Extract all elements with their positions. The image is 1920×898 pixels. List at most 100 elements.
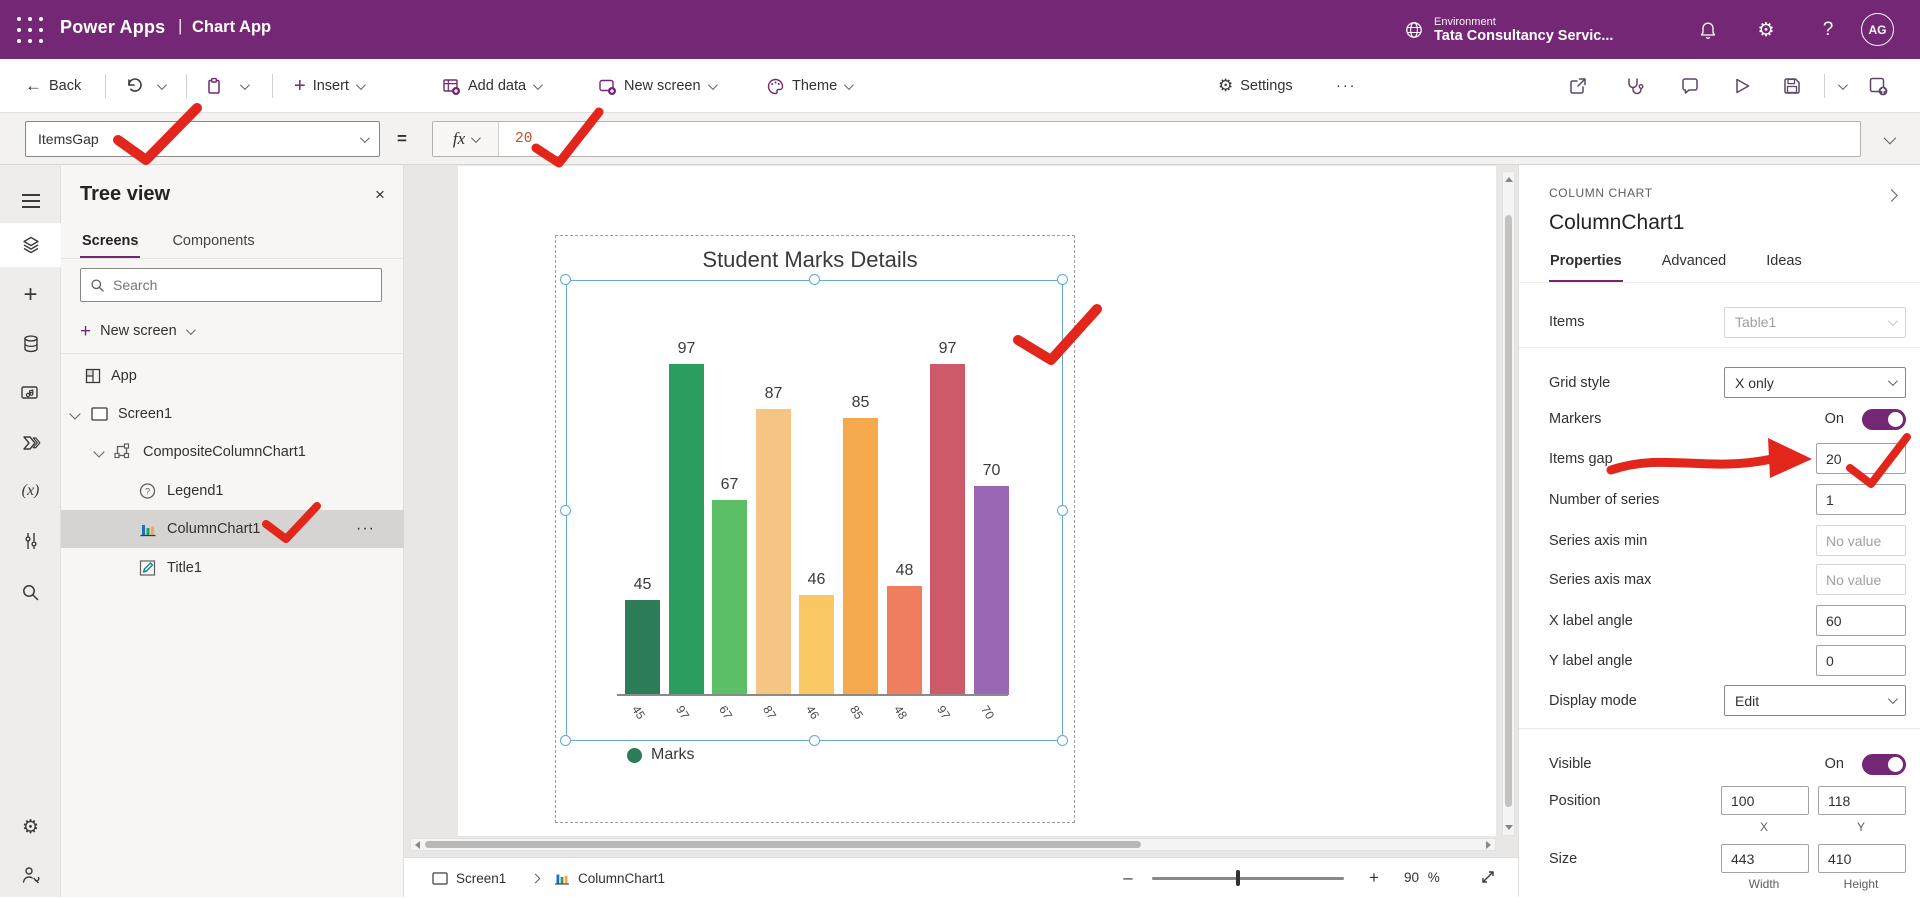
- zoom-slider-thumb[interactable]: [1236, 870, 1240, 886]
- resize-handle-middle-left[interactable]: [560, 505, 571, 516]
- rail-item-media[interactable]: [0, 372, 61, 416]
- tab-advanced[interactable]: Advanced: [1661, 253, 1728, 283]
- tree-item-title1[interactable]: Title1: [61, 549, 404, 587]
- resize-handle-bottom-middle[interactable]: [809, 735, 820, 746]
- formula-text[interactable]: 20: [499, 122, 1860, 156]
- tab-components[interactable]: Components: [170, 223, 256, 258]
- insert-button[interactable]: + Insert: [294, 59, 366, 113]
- tree-item-screen1[interactable]: Screen1: [61, 395, 404, 433]
- tree-item-legend1[interactable]: ? Legend1: [61, 472, 404, 510]
- paste-button[interactable]: [205, 59, 223, 113]
- resize-handle-bottom-right[interactable]: [1057, 735, 1068, 746]
- tree-search-box[interactable]: [80, 268, 382, 302]
- undo-button[interactable]: [124, 59, 142, 113]
- rail-item-tree-view[interactable]: [0, 223, 61, 267]
- y-label-angle-input[interactable]: [1816, 645, 1906, 676]
- position-y-input[interactable]: [1818, 786, 1906, 815]
- formula-bar-expand-button[interactable]: [1883, 131, 1897, 149]
- tree-item-columnchart1[interactable]: ColumnChart1 ···: [61, 510, 404, 548]
- tab-properties[interactable]: Properties: [1549, 253, 1623, 283]
- tab-screens[interactable]: Screens: [80, 223, 141, 258]
- scroll-down-icon[interactable]: [1505, 825, 1513, 830]
- zoom-slider[interactable]: [1152, 870, 1344, 886]
- rail-item-controls[interactable]: [0, 519, 61, 563]
- undo-dropdown[interactable]: [156, 59, 167, 113]
- brand-title[interactable]: Power Apps: [60, 17, 165, 38]
- tab-ideas[interactable]: Ideas: [1765, 253, 1802, 283]
- avatar[interactable]: AG: [1861, 13, 1894, 46]
- share-button[interactable]: [1568, 59, 1588, 113]
- fx-dropdown[interactable]: fx: [433, 122, 499, 156]
- app-launcher-icon[interactable]: [16, 16, 44, 44]
- resize-handle-middle-right[interactable]: [1057, 505, 1068, 516]
- series-axis-max-input[interactable]: [1816, 564, 1906, 595]
- rail-item-variables[interactable]: (x): [0, 469, 61, 513]
- chart-legend[interactable]: Marks: [627, 746, 695, 764]
- rail-item-app-settings[interactable]: ⚙: [0, 805, 61, 849]
- close-icon[interactable]: ×: [366, 181, 394, 209]
- size-width-input[interactable]: [1721, 844, 1809, 873]
- scroll-right-icon[interactable]: [1486, 841, 1491, 849]
- items-gap-input[interactable]: [1816, 443, 1906, 474]
- chevron-down-icon[interactable]: [93, 446, 105, 458]
- new-screen-tree-button[interactable]: + New screen: [80, 315, 196, 347]
- canvas-horizontal-scrollbar[interactable]: [410, 838, 1496, 851]
- preview-play-button[interactable]: [1732, 59, 1752, 113]
- resize-handle-bottom-left[interactable]: [560, 735, 571, 746]
- visible-toggle[interactable]: [1862, 753, 1906, 775]
- vertical-scroll-thumb[interactable]: [1505, 215, 1512, 807]
- zoom-percentage[interactable]: 90 %: [1404, 870, 1440, 885]
- canvas-vertical-scrollbar[interactable]: [1502, 171, 1515, 836]
- grid-style-select[interactable]: X only: [1724, 367, 1906, 398]
- position-x-input[interactable]: [1721, 786, 1809, 815]
- more-commands-button[interactable]: ···: [1336, 59, 1357, 113]
- back-button[interactable]: ← Back: [25, 59, 81, 113]
- save-dropdown[interactable]: [1837, 59, 1848, 113]
- hamburger-menu-button[interactable]: [0, 179, 61, 223]
- add-data-button[interactable]: Add data: [442, 59, 543, 113]
- paste-dropdown[interactable]: [239, 59, 250, 113]
- rail-item-power-automate[interactable]: [0, 421, 61, 465]
- property-select[interactable]: ItemsGap: [25, 121, 380, 157]
- environment-picker[interactable]: Environment Tata Consultancy Servic...: [1404, 8, 1613, 52]
- display-mode-select[interactable]: Edit: [1724, 685, 1906, 716]
- x-label-angle-input[interactable]: [1816, 605, 1906, 636]
- breadcrumb-control[interactable]: ColumnChart1: [554, 858, 665, 898]
- ellipsis-icon[interactable]: ···: [356, 520, 375, 538]
- size-height-input[interactable]: [1818, 844, 1906, 873]
- scroll-left-icon[interactable]: [415, 841, 420, 849]
- rail-item-advanced-tools[interactable]: [0, 853, 61, 897]
- new-screen-button[interactable]: New screen: [598, 59, 718, 113]
- formula-input[interactable]: fx 20: [432, 121, 1861, 157]
- chevron-down-icon[interactable]: [69, 408, 81, 420]
- comments-button[interactable]: [1680, 59, 1700, 113]
- horizontal-scroll-thumb[interactable]: [425, 841, 1141, 848]
- rail-item-insert[interactable]: +: [0, 273, 61, 317]
- publish-button[interactable]: [1868, 59, 1889, 113]
- breadcrumb-screen[interactable]: Screen1: [432, 858, 506, 898]
- resize-handle-top-right[interactable]: [1057, 274, 1068, 285]
- zoom-in-button[interactable]: +: [1362, 866, 1386, 890]
- scroll-up-icon[interactable]: [1505, 177, 1513, 182]
- save-button[interactable]: [1782, 59, 1802, 113]
- items-select[interactable]: Table1: [1724, 306, 1906, 338]
- panel-collapse-button[interactable]: [1885, 187, 1898, 205]
- markers-toggle[interactable]: [1862, 408, 1906, 430]
- help-button[interactable]: ?: [1812, 14, 1844, 46]
- settings-gear-button[interactable]: ⚙: [1750, 14, 1782, 46]
- number-of-series-input[interactable]: [1816, 484, 1906, 515]
- chart-title-control[interactable]: Student Marks Details: [555, 247, 1065, 273]
- series-axis-min-input[interactable]: [1816, 525, 1906, 556]
- app-checker-button[interactable]: [1624, 59, 1644, 113]
- zoom-out-button[interactable]: –: [1116, 866, 1140, 890]
- fullscreen-button[interactable]: [1480, 869, 1496, 885]
- tree-item-compositecolumnchart1[interactable]: CompositeColumnChart1: [61, 433, 404, 471]
- settings-button[interactable]: ⚙ Settings: [1218, 59, 1293, 113]
- resize-handle-top-middle[interactable]: [809, 274, 820, 285]
- tree-item-app[interactable]: App: [61, 357, 404, 395]
- notifications-button[interactable]: [1692, 14, 1724, 46]
- rail-item-data[interactable]: [0, 322, 61, 366]
- rail-item-search[interactable]: [0, 570, 61, 614]
- tree-search-input[interactable]: [113, 277, 372, 293]
- resize-handle-top-left[interactable]: [560, 274, 571, 285]
